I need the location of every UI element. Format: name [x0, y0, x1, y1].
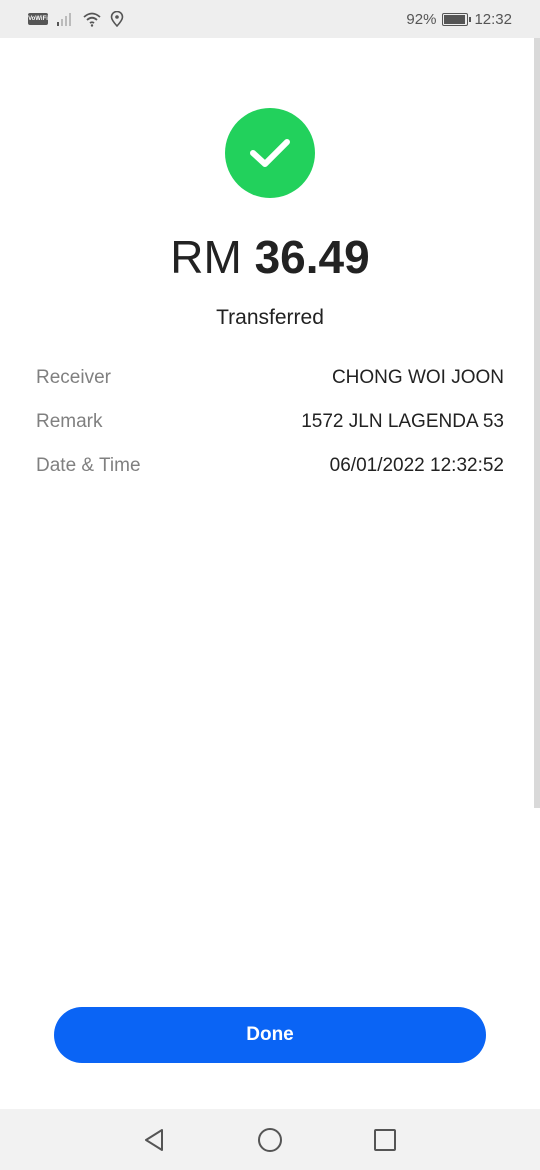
status-left-icons: VoWiFi	[28, 10, 124, 28]
wifi-icon	[83, 12, 101, 27]
battery-fill	[444, 14, 465, 24]
scrollbar[interactable]	[534, 38, 540, 808]
nav-recents-button[interactable]	[372, 1127, 398, 1153]
currency-label: RM	[170, 231, 242, 283]
battery-percent: 92%	[406, 10, 437, 28]
transfer-status: Transferred	[216, 306, 324, 329]
nav-home-button[interactable]	[257, 1127, 283, 1153]
receiver-label: Receiver	[36, 367, 111, 388]
success-check-icon	[225, 108, 315, 198]
status-right-icons: 92% 12:32	[406, 10, 512, 28]
amount-value: 36.49	[254, 231, 370, 283]
detail-row-datetime: Date & Time 06/01/2022 12:32:52	[36, 444, 504, 488]
transaction-details: Receiver CHONG WOI JOON Remark 1572 JLN …	[36, 356, 504, 488]
clock: 12:32	[474, 10, 512, 28]
check-icon	[250, 139, 290, 167]
battery-icon	[442, 12, 472, 26]
remark-label: Remark	[36, 411, 103, 432]
home-circle-icon	[258, 1128, 282, 1152]
datetime-value: 06/01/2022 12:32:52	[329, 455, 504, 476]
nav-back-button[interactable]	[141, 1127, 167, 1153]
location-icon	[110, 11, 124, 27]
datetime-label: Date & Time	[36, 455, 141, 476]
remark-value: 1572 JLN LAGENDA 53	[301, 411, 504, 432]
done-button[interactable]: Done	[54, 1007, 486, 1063]
navigation-bar	[0, 1109, 540, 1170]
receiver-value: CHONG WOI JOON	[331, 367, 504, 388]
detail-row-receiver: Receiver CHONG WOI JOON	[36, 356, 504, 400]
detail-row-remark: Remark 1572 JLN LAGENDA 53	[36, 400, 504, 444]
transfer-amount: RM 36.49	[0, 230, 540, 284]
status-bar: VoWiFi 92% 12:32	[0, 0, 540, 38]
signal-icon	[57, 13, 71, 26]
recents-square-icon	[374, 1129, 396, 1151]
vowifi-icon: VoWiFi	[28, 13, 48, 25]
back-triangle-icon	[145, 1129, 163, 1151]
